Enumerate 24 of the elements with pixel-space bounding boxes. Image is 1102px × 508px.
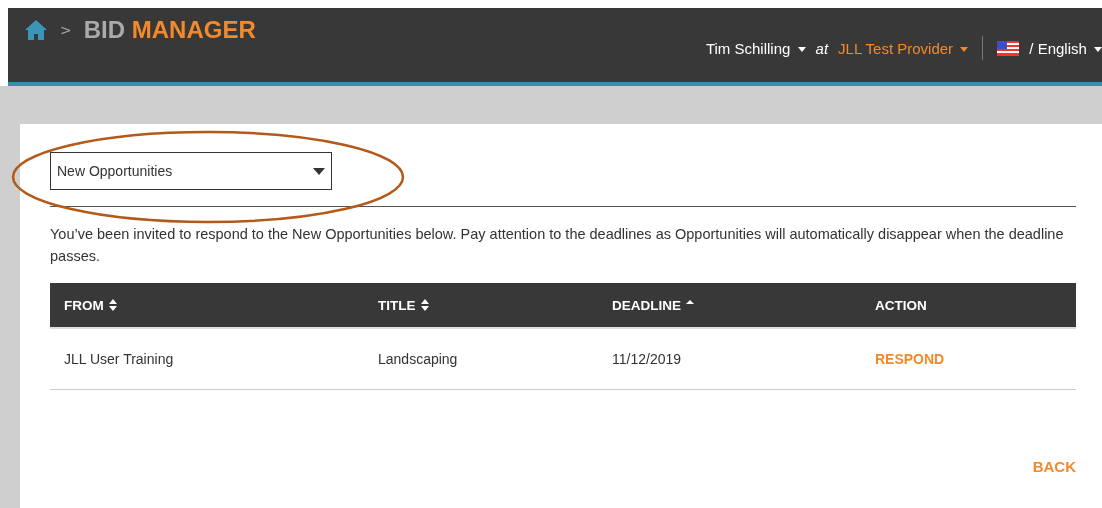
user-menu[interactable]: Tim Schilling bbox=[705, 39, 806, 57]
sort-icon bbox=[108, 299, 117, 311]
sort-up-icon bbox=[686, 300, 694, 304]
column-header[interactable]: DEADLINE bbox=[598, 297, 861, 313]
table-cell-text: Landscaping bbox=[377, 351, 459, 367]
sort-icon bbox=[420, 299, 429, 311]
column-header[interactable]: FROM bbox=[50, 297, 364, 313]
intro-text: You’ve been invited to respond to the New Opportunities below. Pay attention to the deadlines as Opportunities will automatically disappear when the deadline passes. bbox=[50, 225, 1065, 266]
opportunity-dropdown[interactable]: New Opportunities bbox=[50, 152, 332, 190]
language-menu[interactable]: / English bbox=[1029, 39, 1102, 57]
caret-icon bbox=[1094, 47, 1102, 53]
flag-icon bbox=[997, 40, 1020, 56]
home-icon[interactable] bbox=[24, 19, 48, 41]
caret-icon bbox=[797, 47, 806, 53]
breadcrumb-separator: > bbox=[60, 22, 72, 38]
column-header[interactable]: TITLE bbox=[364, 297, 598, 313]
table-cell-text: JLL User Training bbox=[63, 351, 175, 367]
at-label: at bbox=[815, 39, 829, 57]
caret-icon bbox=[313, 167, 325, 175]
app-title: BID MANAGER bbox=[83, 16, 256, 44]
table-cell-text: 11/12/2019 bbox=[611, 351, 683, 367]
column-header[interactable]: ACTION bbox=[861, 297, 1076, 313]
provider-menu[interactable]: JLL Test Provider bbox=[838, 39, 969, 57]
caret-icon bbox=[960, 47, 969, 53]
